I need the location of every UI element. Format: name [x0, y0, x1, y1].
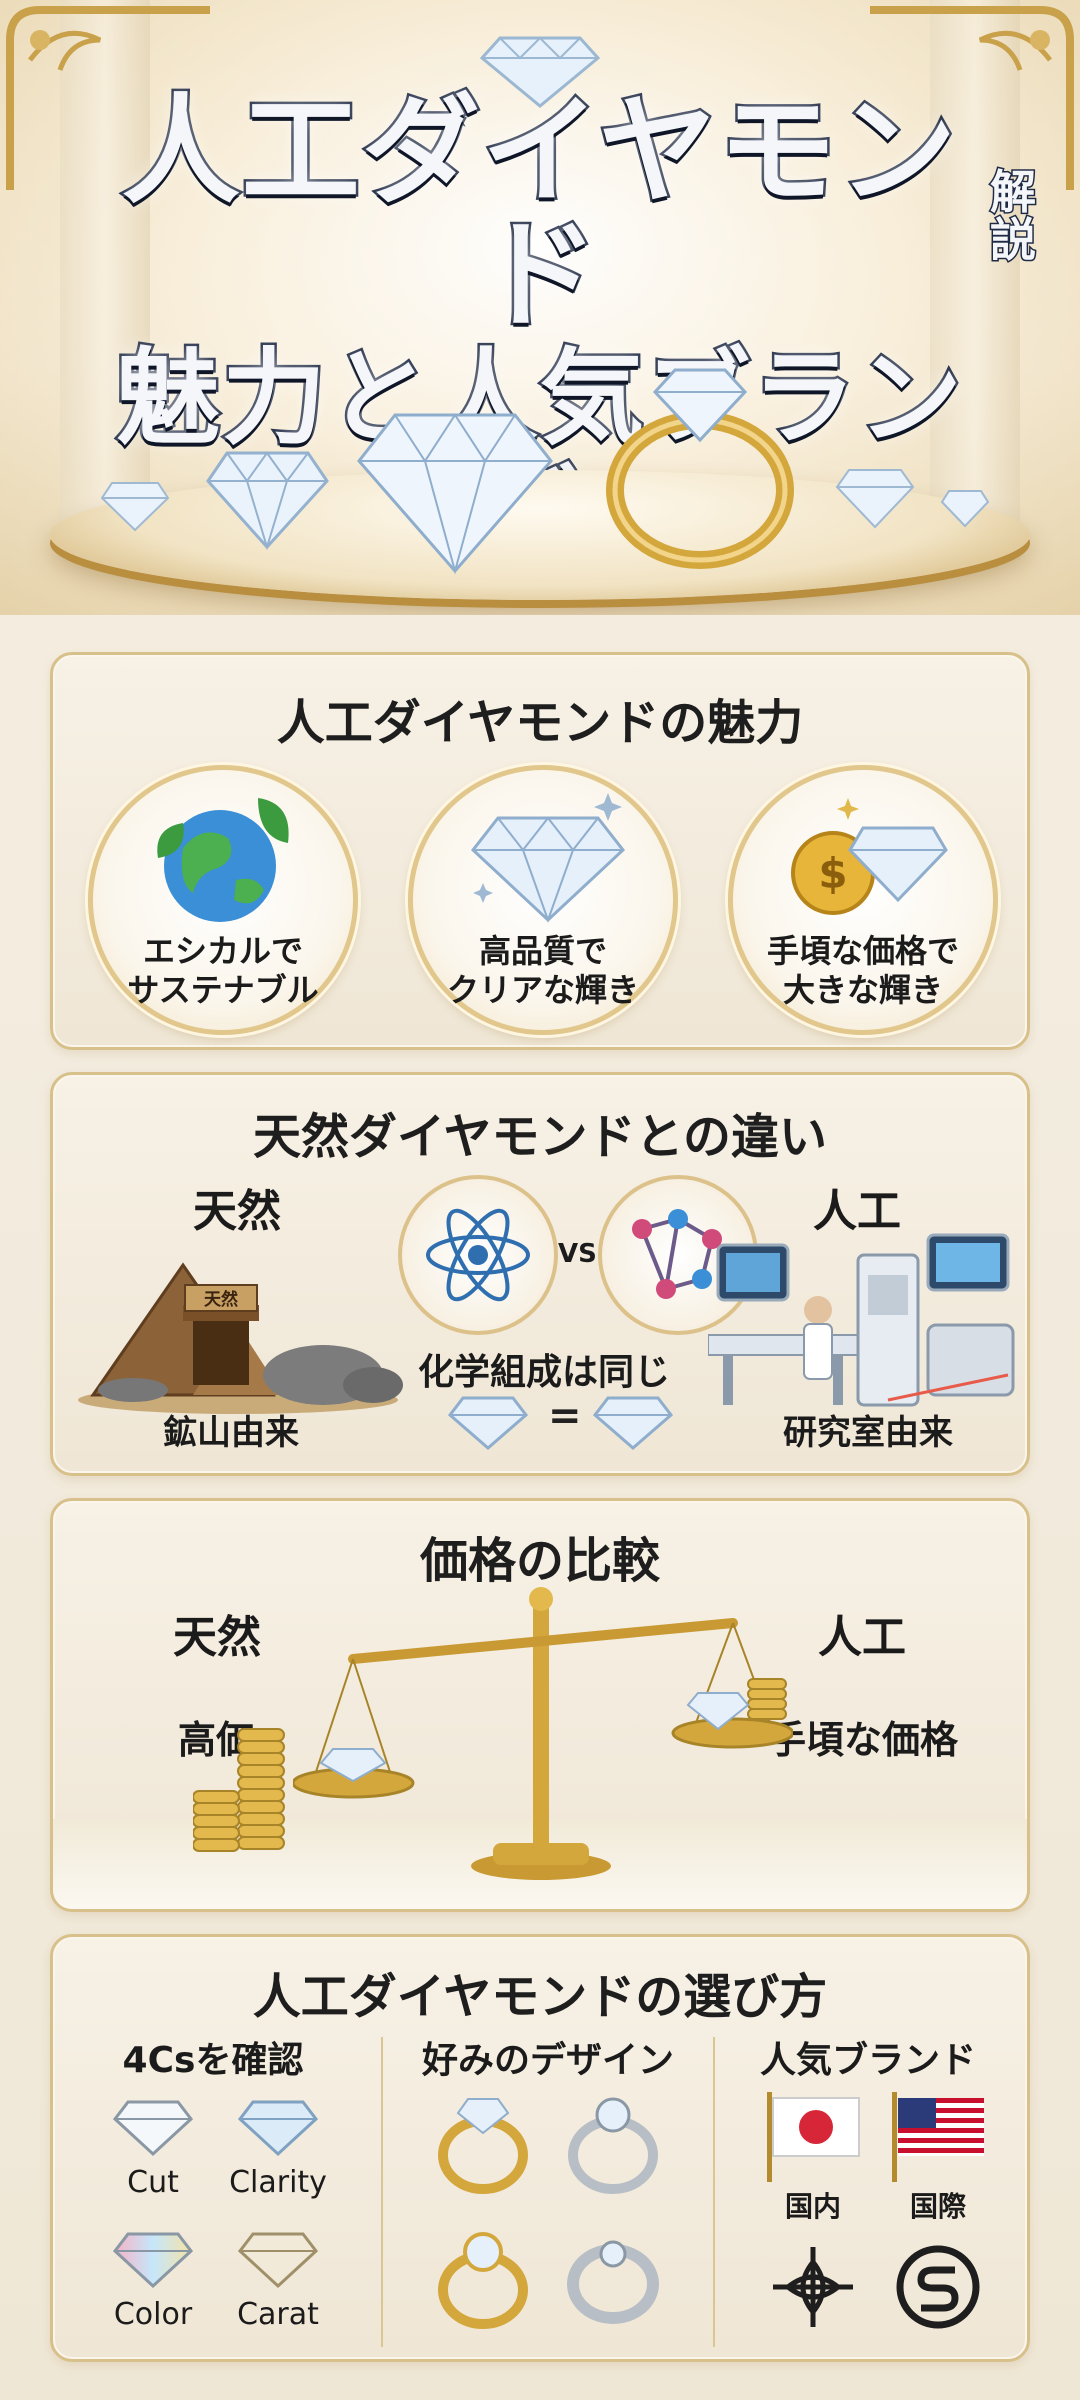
hero-banner: 人工ダイヤモンド 魅力と人気ブランド 解説 — [0, 0, 1080, 615]
feature-quality-line1: 高品質で — [478, 932, 607, 970]
col-brand-title: 人気ブランド — [759, 2040, 976, 2081]
cut-label: Cut — [127, 2165, 179, 2200]
choose-panel: 人工ダイヤモンドの選び方 4Csを確認 Cut Clarity Color Ca… — [50, 1934, 1030, 2362]
atom-circle — [398, 1175, 558, 1335]
coin-stack-icon — [193, 1728, 285, 1852]
difference-title: 天然ダイヤモンドとの違い — [252, 1109, 828, 1165]
feature-price-line1: 手頃な価格で — [766, 932, 959, 970]
col-4cs-title: 4Csを確認 — [122, 2040, 304, 2081]
earth-leaf-icon — [157, 798, 289, 922]
feature-price-line2: 大きな輝き — [782, 971, 943, 1010]
usa-flag-icon — [892, 2092, 984, 2182]
feature-ethical-line1: エシカルで — [142, 932, 303, 970]
svg-text:$: $ — [818, 849, 847, 898]
appeal-title: 人工ダイヤモンドの魅力 — [276, 695, 804, 751]
carat-diamond-icon — [238, 2232, 318, 2289]
platinum-ring-icon[interactable] — [558, 2087, 668, 2197]
diamond-icon — [593, 1396, 673, 1450]
ring-icon — [606, 368, 794, 569]
carat-label: Carat — [237, 2297, 319, 2332]
diamond-icon — [448, 1396, 528, 1450]
clarity-label: Clarity — [229, 2165, 327, 2200]
feature-price: $ 手頃な価格で 大きな輝き — [728, 765, 998, 1035]
mine-illustration: 天然 — [78, 1262, 403, 1414]
international-label: 国際 — [909, 2190, 966, 2223]
atom-icon — [426, 1208, 530, 1302]
cut-diamond-icon — [113, 2100, 193, 2157]
diamond-icon — [206, 451, 329, 550]
price-panel: 価格の比較 天然 高価 人工 手頃な価格 — [50, 1498, 1030, 1912]
price-lab-label: 人工 — [818, 1612, 906, 1663]
natural-caption: 鉱山由来 — [163, 1413, 299, 1453]
brand-monogram-icon[interactable] — [893, 2242, 983, 2332]
difference-panel: 天然ダイヤモンドとの違い 天然 天然 鉱山由来 VS 化学組成は同じ = 人工 … — [50, 1072, 1030, 1476]
feature-quality: 高品質で クリアな輝き — [408, 765, 678, 1035]
brand-logo-icon[interactable] — [768, 2242, 858, 2332]
price-lab-value: 手頃な価格 — [768, 1718, 959, 1762]
choose-title: 人工ダイヤモンドの選び方 — [252, 1969, 828, 2025]
color-diamond-icon — [113, 2232, 193, 2289]
small-diamond-icon — [835, 469, 915, 529]
small-diamond-icon — [100, 482, 170, 532]
color-label: Color — [113, 2297, 193, 2332]
large-diamond-icon — [357, 413, 553, 575]
composition-caption: 化学組成は同じ — [418, 1352, 671, 1393]
equals-sign: = — [548, 1393, 582, 1439]
japan-flag-icon — [767, 2092, 860, 2182]
mine-sign-text: 天然 — [204, 1289, 238, 1310]
column-divider — [381, 2037, 383, 2347]
column-divider — [713, 2037, 715, 2347]
feature-ethical-line2: サステナブル — [127, 971, 319, 1010]
domestic-label: 国内 — [784, 2190, 841, 2223]
balance-scale-icon — [293, 1587, 793, 1880]
gold-halo-ring-icon[interactable] — [428, 2222, 538, 2332]
small-diamond-icon — [940, 490, 990, 528]
appeal-panel: 人工ダイヤモンドの魅力 エシカルで サステナブル 高品質で クリアな輝き $ 手… — [50, 652, 1030, 1050]
lab-illustration — [708, 1233, 1015, 1407]
price-natural-label: 天然 — [173, 1612, 261, 1663]
platinum-band-ring-icon[interactable] — [558, 2222, 668, 2332]
col-design-title: 好みのデザイン — [421, 2040, 674, 2081]
diamond-sparkle-icon — [470, 793, 626, 923]
lab-caption: 研究室由来 — [783, 1413, 953, 1453]
feature-quality-line2: クリアな輝き — [446, 971, 639, 1010]
hero-title-tag: 解説 — [989, 165, 1038, 268]
hero-title-line1: 人工ダイヤモンド — [119, 82, 959, 344]
gold-ring-icon[interactable] — [428, 2087, 538, 2197]
feature-ethical: エシカルで サステナブル — [88, 765, 358, 1035]
coin-diamond-icon: $ — [791, 798, 948, 915]
clarity-diamond-icon — [238, 2100, 318, 2157]
vs-label: VS — [558, 1239, 597, 1269]
